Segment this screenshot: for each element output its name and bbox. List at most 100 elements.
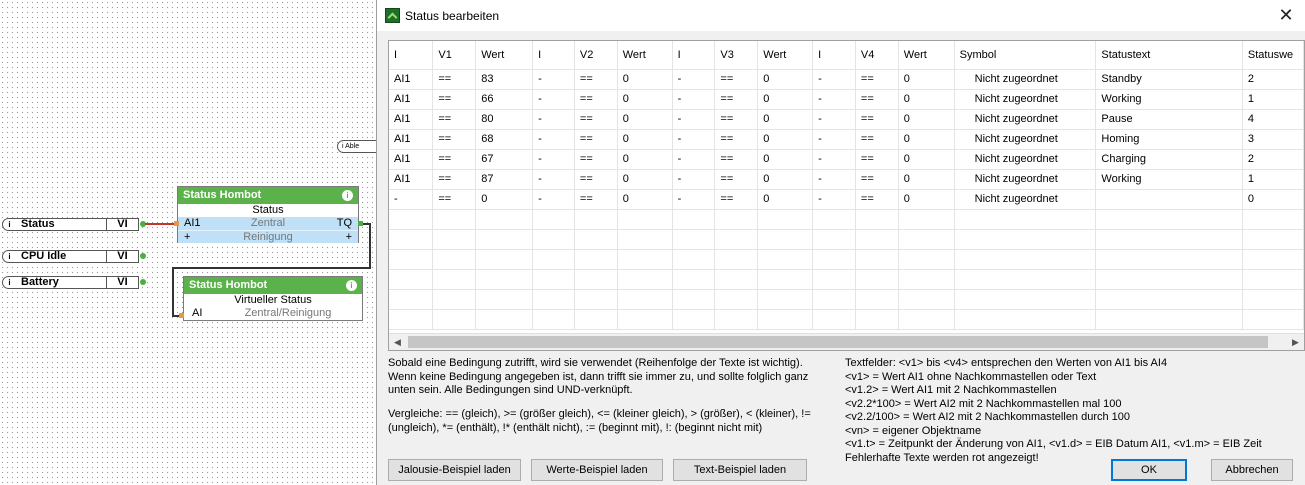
table-cell[interactable]: 1: [1242, 89, 1304, 110]
table-cell[interactable]: -: [672, 69, 716, 90]
table-cell[interactable]: -: [812, 129, 856, 150]
table-cell[interactable]: [1095, 189, 1243, 210]
table-cell[interactable]: 0: [757, 129, 814, 150]
table-cell[interactable]: 4: [1242, 109, 1304, 130]
table-cell[interactable]: ==: [574, 189, 618, 210]
table-row[interactable]: - == 0- == 0- == 0- == 0 Nicht zugeordnet 0: [389, 189, 1304, 210]
connector-dot[interactable]: [140, 279, 146, 285]
table-cell[interactable]: 0: [898, 169, 955, 190]
table-cell[interactable]: AI1: [389, 149, 434, 170]
table-cell[interactable]: AI1: [389, 169, 434, 190]
table-cell[interactable]: -: [672, 169, 716, 190]
table-cell[interactable]: Working: [1095, 169, 1243, 190]
table-cell[interactable]: -: [672, 89, 716, 110]
table-cell[interactable]: -: [672, 189, 716, 210]
column-header[interactable]: I: [672, 41, 716, 70]
table-cell[interactable]: 0: [617, 129, 673, 150]
input-port[interactable]: [179, 313, 184, 318]
table-cell[interactable]: -: [532, 169, 575, 190]
horizontal-scrollbar[interactable]: ◀ ▶: [389, 333, 1304, 350]
table-cell[interactable]: -: [672, 109, 716, 130]
table-cell[interactable]: ==: [574, 129, 618, 150]
table-cell[interactable]: ==: [432, 109, 477, 130]
column-header[interactable]: Wert: [617, 41, 673, 70]
table-cell[interactable]: ==: [855, 89, 899, 110]
ok-button[interactable]: OK: [1111, 459, 1187, 481]
table-cell[interactable]: 66: [475, 89, 534, 110]
table-cell[interactable]: AI1: [389, 109, 434, 130]
table-cell[interactable]: -: [532, 69, 575, 90]
output-port[interactable]: [358, 221, 363, 226]
input-status[interactable]: i Status VI: [2, 218, 139, 231]
scroll-right-icon[interactable]: ▶: [1287, 334, 1304, 350]
table-cell[interactable]: -: [532, 89, 575, 110]
table-cell[interactable]: ==: [574, 69, 618, 90]
table-cell[interactable]: -: [532, 149, 575, 170]
table-cell[interactable]: 0: [898, 109, 955, 130]
table-cell[interactable]: 0: [898, 129, 955, 150]
column-header[interactable]: Symbol: [954, 41, 1097, 70]
table-cell[interactable]: -: [812, 109, 856, 130]
table-cell[interactable]: -: [532, 109, 575, 130]
table-cell[interactable]: -: [812, 69, 856, 90]
table-cell[interactable]: Nicht zugeordnet: [954, 69, 1097, 90]
load-text-example-button[interactable]: Text-Beispiel laden: [673, 459, 807, 481]
status-hombot-block[interactable]: Status Hombot i Status AI1 Zentral TQ + …: [177, 186, 359, 243]
column-header[interactable]: Wert: [757, 41, 814, 70]
table-cell[interactable]: ==: [432, 169, 477, 190]
table-cell[interactable]: 87: [475, 169, 534, 190]
table-cell[interactable]: 2: [1242, 69, 1304, 90]
table-cell[interactable]: ==: [714, 109, 759, 130]
table-row[interactable]: AI1 == 83- == 0- == 0- == 0 Nicht zugeordnet Stand…: [389, 69, 1304, 90]
column-header[interactable]: V2: [574, 41, 618, 70]
info-icon[interactable]: i: [346, 280, 357, 291]
status-table[interactable]: I V1 Wert I V2 Wert I V3 Wert I V4 Wert Symbol Status…: [388, 40, 1305, 351]
table-cell[interactable]: -: [532, 129, 575, 150]
load-values-example-button[interactable]: Werte-Beispiel laden: [531, 459, 663, 481]
table-cell[interactable]: ==: [714, 149, 759, 170]
table-cell[interactable]: 0: [898, 189, 955, 210]
table-cell[interactable]: 0: [898, 149, 955, 170]
table-cell[interactable]: 0: [757, 149, 814, 170]
column-header[interactable]: V4: [855, 41, 899, 70]
input-battery[interactable]: i Battery VI: [2, 276, 139, 289]
table-cell[interactable]: ==: [714, 189, 759, 210]
table-cell[interactable]: ==: [574, 109, 618, 130]
table-cell[interactable]: -: [389, 189, 434, 210]
table-cell[interactable]: AI1: [389, 89, 434, 110]
virtual-status-block[interactable]: Status Hombot i Virtueller Status AI Zen…: [183, 276, 363, 321]
table-cell[interactable]: 0: [617, 89, 673, 110]
table-cell[interactable]: 0: [757, 109, 814, 130]
table-cell[interactable]: -: [812, 149, 856, 170]
table-cell[interactable]: -: [812, 189, 856, 210]
table-cell[interactable]: 0: [757, 189, 814, 210]
column-header[interactable]: I: [812, 41, 856, 70]
table-cell[interactable]: 1: [1242, 169, 1304, 190]
table-cell[interactable]: 2: [1242, 149, 1304, 170]
table-cell[interactable]: 3: [1242, 129, 1304, 150]
table-cell[interactable]: 0: [617, 69, 673, 90]
table-cell[interactable]: Charging: [1095, 149, 1243, 170]
table-cell[interactable]: ==: [432, 189, 477, 210]
table-cell[interactable]: 67: [475, 149, 534, 170]
logic-canvas[interactable]: i Status VI i CPU Idle VI i Battery VI i…: [0, 0, 377, 485]
table-cell[interactable]: Nicht zugeordnet: [954, 189, 1097, 210]
column-header[interactable]: Wert: [898, 41, 955, 70]
scrollbar-thumb[interactable]: [408, 336, 1268, 348]
table-cell[interactable]: -: [672, 129, 716, 150]
table-cell[interactable]: Nicht zugeordnet: [954, 169, 1097, 190]
table-cell[interactable]: ==: [574, 149, 618, 170]
close-icon[interactable]: ✕: [1275, 4, 1297, 26]
table-cell[interactable]: -: [532, 189, 575, 210]
table-cell[interactable]: Nicht zugeordnet: [954, 89, 1097, 110]
table-cell[interactable]: ==: [432, 89, 477, 110]
column-header[interactable]: Statustext: [1095, 41, 1243, 70]
table-cell[interactable]: ==: [855, 69, 899, 90]
table-cell[interactable]: 83: [475, 69, 534, 90]
table-cell[interactable]: Pause: [1095, 109, 1243, 130]
table-row[interactable]: AI1 == 68- == 0- == 0- == 0 Nicht zugeordnet Homin…: [389, 129, 1304, 150]
table-cell[interactable]: 0: [757, 69, 814, 90]
table-cell[interactable]: 0: [757, 169, 814, 190]
input-cpu-idle[interactable]: i CPU Idle VI: [2, 250, 139, 263]
table-cell[interactable]: ==: [574, 169, 618, 190]
